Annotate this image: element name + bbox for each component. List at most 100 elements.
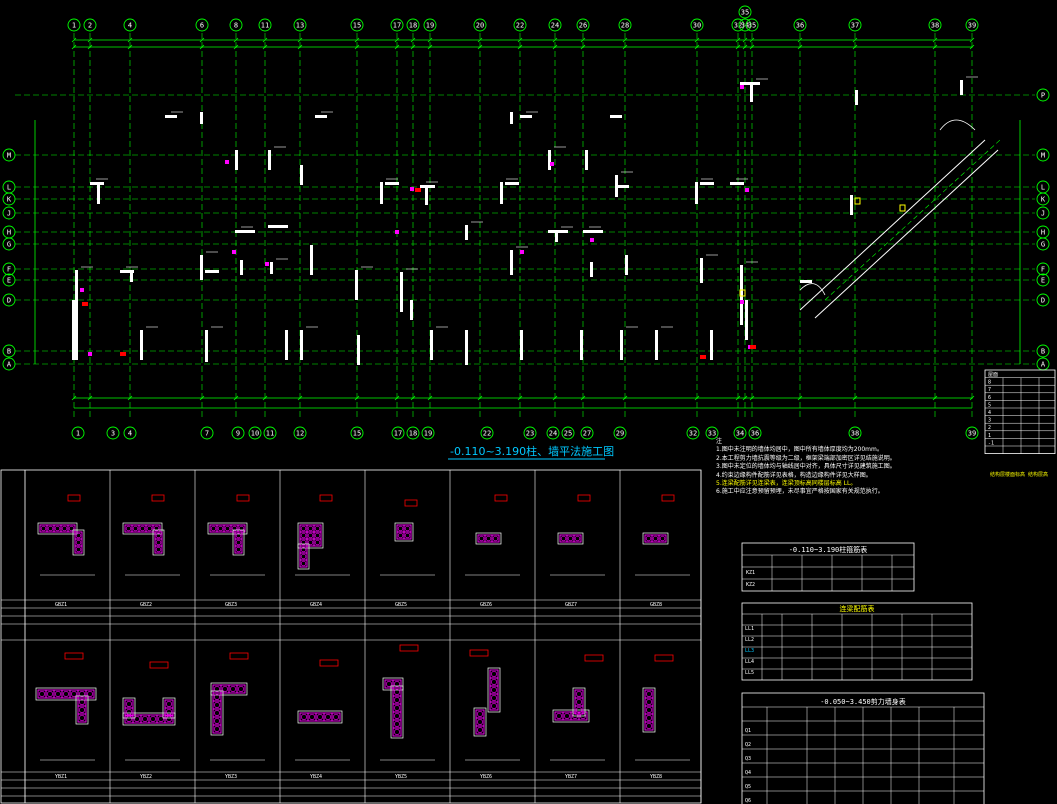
red-marker [120, 352, 126, 356]
detail-rebar-dot [309, 714, 315, 720]
detail-rebar-dot [126, 701, 132, 707]
wall-segment [548, 150, 551, 170]
general-notes: 注 1.图中未注明的墙体均居中，图中所有墙体厚度均为200mm。 2.本工程剪力… [716, 438, 896, 497]
detail-rebar-dot [394, 729, 400, 735]
detail-key [67, 494, 81, 502]
note-line-2: 2.本工程剪力墙抗震等级为二级，框架梁端部加密区详见结施说明。 [716, 454, 896, 462]
wall-segment [520, 115, 532, 118]
axis-bubble-top-label: 35 [748, 22, 756, 30]
axis-bubble-bottom-label: 22 [483, 430, 491, 438]
axis-bubble-top-label: 13 [296, 22, 304, 30]
ramp-edge [814, 149, 999, 319]
detail-rebar-dot [55, 691, 61, 697]
wall-segment [268, 225, 288, 228]
wall-segment [425, 185, 428, 205]
detail-rebar-dot [47, 691, 53, 697]
detail-rebar-dot [491, 687, 497, 693]
wall-segment [620, 330, 623, 360]
detail-rebar-dot [238, 686, 244, 692]
axis-bubble-top-label: 24 [551, 22, 559, 30]
detail-rebar-dot [301, 714, 307, 720]
wall-segment [430, 330, 433, 360]
column-marker [740, 300, 744, 304]
wall-segment [555, 230, 558, 242]
detail-rebar-dot [394, 697, 400, 703]
wall-table-title: -0.050~3.450剪力墙身表 [820, 697, 906, 706]
detail-id-bottom: YBZ7 [565, 774, 577, 780]
detail-rebar-dot [646, 723, 652, 729]
wall-segment [505, 182, 519, 185]
detail-key [319, 494, 333, 502]
detail-rebar-dot [646, 691, 652, 697]
wall-segment [700, 258, 703, 283]
wall-segment [72, 300, 75, 360]
lintel-id: LL2 [745, 637, 754, 643]
wall-id: Q2 [745, 742, 751, 748]
axis-bubble-right-label: F [1041, 266, 1045, 274]
column-marker [745, 188, 749, 192]
axis-bubble-bottom-label: 32 [689, 430, 697, 438]
detail-rebar-dot [75, 539, 82, 546]
axis-bubble-bottom-label: 19 [424, 430, 432, 438]
detail-id-bottom: YBZ5 [395, 774, 407, 780]
detail-rebar-dot [40, 525, 47, 532]
axis-bubble-left-label: D [7, 297, 11, 305]
axis-grid [15, 33, 1035, 420]
detail-key [404, 499, 418, 507]
detail-rebar-dot [556, 713, 562, 719]
detail-key [64, 652, 84, 660]
structural-plan-drawing: 1 2 4 6 8 11 13 15 17 18 19 20 22 24 26 28 30 323435 36 37 3… [0, 5, 1056, 804]
level-id: 屋面 [988, 372, 998, 378]
wall-segment [580, 330, 583, 360]
wall-segment [745, 300, 748, 340]
detail-key [654, 654, 674, 662]
red-marker [700, 355, 706, 359]
detail-rebar-dot [224, 525, 231, 532]
detail-id-top: GBZ2 [140, 602, 152, 608]
detail-rebar-dot [574, 535, 581, 542]
detail-rebar-dot [646, 699, 652, 705]
wall-plan [72, 76, 1001, 365]
wall-segment [410, 300, 413, 320]
lintel-table-title: 连梁配筋表 [840, 604, 875, 613]
detail-id-top: GBZ7 [565, 602, 577, 608]
wall-detail-sheet: GBZ1 GBZ2 GBZ3 GBZ4 GBZ5 GBZ6 GBZ7 GBZ8 YBZ1 YBZ2… [0, 469, 702, 804]
axis-bubble-left-label: L [7, 184, 11, 192]
wall-segment [240, 260, 243, 275]
detail-rebar-dot [646, 715, 652, 721]
ramp-axis [824, 139, 1001, 301]
wall-segment [97, 182, 100, 204]
lintel-id: LL5 [745, 670, 754, 676]
axis-bubble-left-label: K [7, 196, 12, 204]
axis-bubble-right-label: H [1041, 229, 1045, 237]
column-marker [520, 250, 524, 254]
detail-key [229, 652, 249, 660]
column-marker [225, 160, 229, 164]
detail-rebar-dot [397, 525, 404, 532]
column-marker [590, 238, 594, 242]
wall-segment [520, 330, 523, 360]
detail-rebar-dot [214, 726, 220, 732]
axis-bubble-top-label: 20 [476, 22, 484, 30]
detail-rebar-dot [61, 525, 68, 532]
detail-rebar-dot [659, 535, 666, 542]
lintel-id: LL3 [745, 648, 754, 654]
detail-rebar-dot [230, 686, 236, 692]
detail-rebar-dot [126, 716, 132, 722]
detail-rebar-dot [125, 525, 132, 532]
wall-segment [710, 330, 713, 360]
axis-bubble-top-label: 30 [693, 22, 701, 30]
wall-segment [750, 82, 753, 102]
detail-rebar-dot [394, 713, 400, 719]
detail-rebar-dot [325, 714, 331, 720]
level-table-frame [984, 369, 1056, 454]
detail-rebar-dot [397, 532, 404, 539]
detail-rebar-dot [567, 535, 574, 542]
column-id: KZ2 [746, 582, 755, 588]
wall-segment [235, 150, 238, 170]
column-marker [410, 187, 414, 191]
axis-bubble-left-label: J [7, 210, 11, 218]
detail-rebar-dot [307, 532, 314, 539]
detail-id-top: GBZ6 [480, 602, 492, 608]
detail-rebar-dot [142, 716, 148, 722]
